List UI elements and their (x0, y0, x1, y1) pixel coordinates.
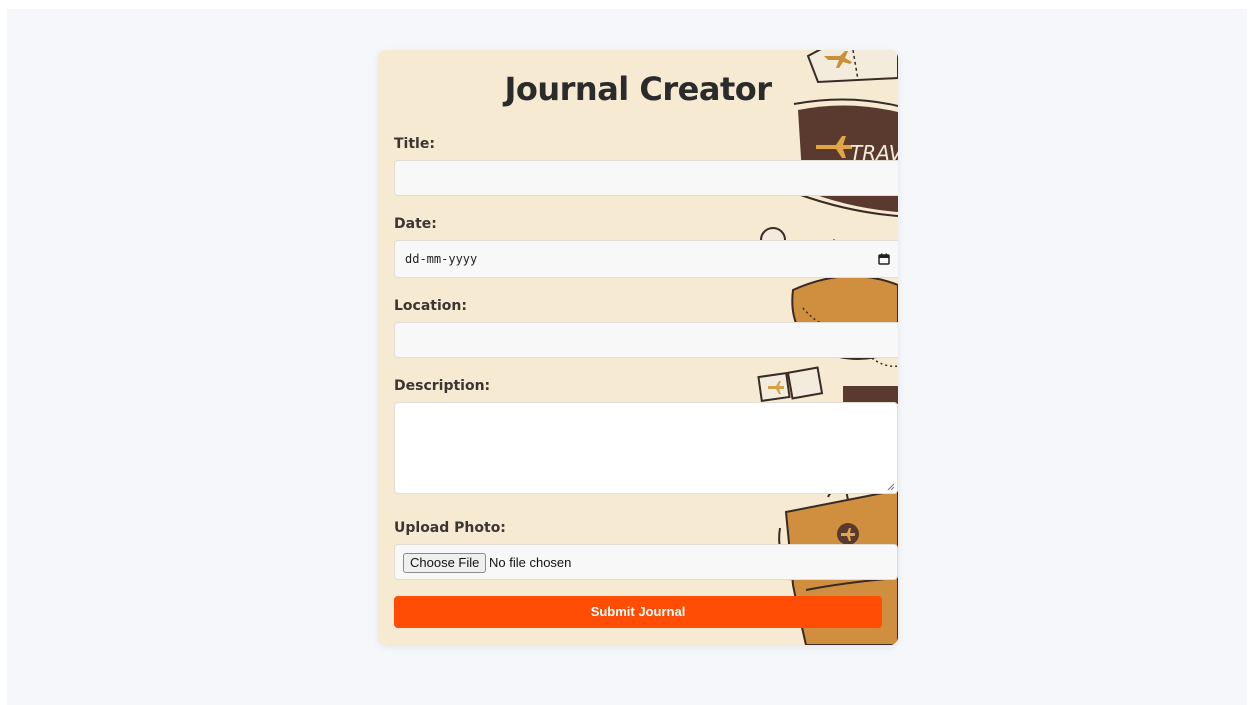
calendar-icon[interactable] (878, 253, 890, 265)
file-status: No file chosen (489, 555, 572, 570)
date-placeholder: dd-mm-yyyy (405, 252, 478, 266)
plane-icon (816, 136, 852, 158)
title-label: Title: (394, 136, 435, 152)
choose-file-button[interactable]: Choose File (403, 553, 487, 573)
page-title: Journal Creator (504, 70, 772, 108)
stamp-icon (757, 366, 824, 402)
travel-badge: TRAV (793, 98, 898, 217)
description-label: Description: (394, 378, 491, 394)
submit-journal-button[interactable]: Submit Journal (394, 596, 882, 628)
journal-form-card: TRAV Journal Creator Title: Date: dd-mm-… (378, 50, 898, 645)
page-background: TRAV Journal Creator Title: Date: dd-mm-… (7, 9, 1247, 705)
date-input[interactable]: dd-mm-yyyy (394, 240, 898, 278)
date-label: Date: (394, 216, 437, 232)
photo-label: Upload Photo: (394, 520, 506, 536)
location-label: Location: (394, 298, 467, 314)
photo-upload-field: Choose File No file chosen (394, 544, 898, 580)
description-textarea[interactable] (394, 402, 898, 494)
resize-grip-icon[interactable] (887, 483, 895, 491)
location-input[interactable] (394, 322, 898, 358)
title-input[interactable] (394, 160, 898, 196)
